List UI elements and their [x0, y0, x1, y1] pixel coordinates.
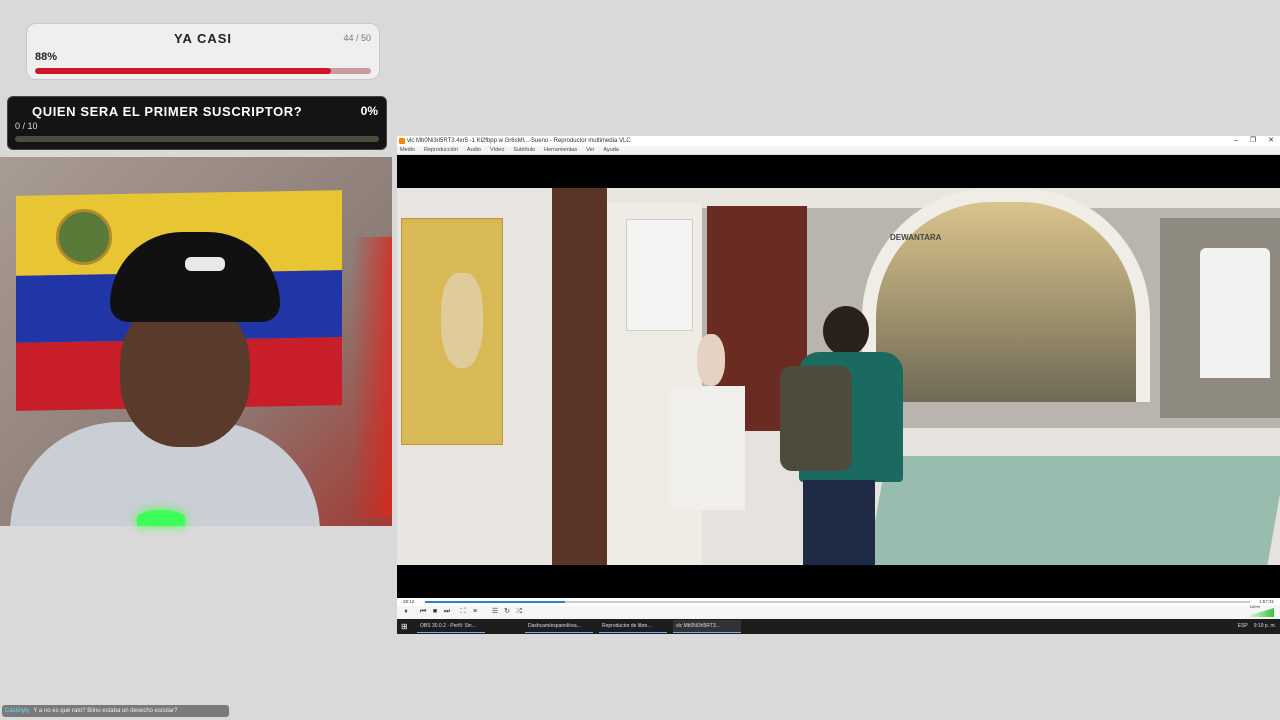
- goal-progress-fill: [35, 68, 331, 74]
- menu-item-ver[interactable]: Ver: [586, 146, 594, 154]
- menu-item-audio[interactable]: Audio: [467, 146, 481, 154]
- volume-label: 100%: [1249, 604, 1260, 609]
- scene-sign: DEWANTARA: [890, 233, 942, 242]
- goal-percent: 88%: [35, 51, 58, 63]
- hand-icon: [441, 273, 483, 368]
- time-total: 1:57:31: [1258, 599, 1274, 604]
- system-tray: ESP 9:19 p. m.: [1238, 619, 1276, 634]
- time-elapsed: 28:12: [403, 599, 415, 604]
- title-bar[interactable]: vlc Mb0Ni3rl5RT3.4xr5 -1 Kl2fbpp w Gr6sM…: [397, 136, 1280, 146]
- close-icon[interactable]: ✕: [1268, 136, 1274, 146]
- menu-bar: Medio Reproducción Audio Vídeo Subtítulo…: [397, 146, 1280, 155]
- rug: [867, 456, 1280, 565]
- menu-item-herramientas[interactable]: Herramientas: [544, 146, 577, 154]
- playlist-icon[interactable]: ☰: [491, 608, 499, 616]
- video-frame[interactable]: DEWANTARA: [397, 188, 1280, 565]
- flag-crest: [56, 209, 112, 265]
- pause-icon[interactable]: ⏸: [402, 608, 410, 616]
- extended-settings-icon[interactable]: ≡: [471, 608, 479, 616]
- goal-count: 0 / 10: [15, 121, 38, 131]
- loop-icon[interactable]: ↻: [503, 608, 511, 616]
- webcam-feed: [0, 157, 392, 526]
- menu-item-subtitulo[interactable]: Subtítulo: [513, 146, 535, 154]
- vlc-window[interactable]: vlc Mb0Ni3rl5RT3.4xr5 -1 Kl2fbpp w Gr6sM…: [397, 136, 1280, 634]
- chat-message: Castinyly Y a no es que rato? Bilnu estab…: [2, 705, 229, 717]
- goal-count: 44 / 50: [343, 33, 371, 43]
- window-title: vlc Mb0Ni3rl5RT3.4xr5 -1 Kl2fbpp w Gr6sM…: [407, 138, 631, 144]
- maximize-icon[interactable]: ❐: [1250, 136, 1256, 146]
- seek-fill: [425, 601, 566, 603]
- pedestal: [670, 386, 745, 510]
- previous-icon[interactable]: ⏮: [419, 608, 427, 616]
- taskbar-item-player[interactable]: Reproductor de libre...: [599, 620, 667, 633]
- goal-title: YA CASI: [173, 31, 233, 46]
- goal-progress-track: [35, 68, 371, 74]
- character-with-backpack: [780, 306, 903, 565]
- taskbar-item-obs[interactable]: OBS 30.0.2 - Perfil: Sin...: [417, 620, 485, 633]
- wall-box: [626, 219, 693, 331]
- mannequin-bust: [697, 334, 725, 386]
- next-icon[interactable]: ⏭: [443, 608, 451, 616]
- goal-title: QUIEN SERA EL PRIMER SUSCRIPTOR?: [32, 104, 303, 119]
- seek-bar[interactable]: 28:12 1:57:31: [397, 598, 1280, 606]
- menu-item-reproduccion[interactable]: Reproducción: [424, 146, 458, 154]
- tray-clock[interactable]: 9:19 p. m.: [1254, 619, 1276, 634]
- taskbar-item-browser[interactable]: Dashcam/espanol/rea...: [525, 620, 593, 633]
- minimize-icon[interactable]: –: [1234, 136, 1238, 146]
- chat-username: Castinyly: [5, 708, 30, 714]
- archway: [862, 188, 1150, 402]
- cap-logo: [185, 257, 225, 271]
- subscriber-goal-widget: QUIEN SERA EL PRIMER SUSCRIPTOR? 0% 0 / …: [7, 96, 387, 150]
- goal-progress-track: [15, 136, 379, 142]
- taskbar: ⊞ OBS 30.0.2 - Perfil: Sin... Dashcam/es…: [397, 619, 1280, 634]
- red-light-glow: [352, 237, 392, 517]
- menu-item-video[interactable]: Vídeo: [490, 146, 504, 154]
- chat-text: Y a no es que rato? Bilnu estaba un dese…: [33, 708, 178, 714]
- taskbar-item-vlc[interactable]: vlc Mb0Ni3rl5RT3...: [673, 620, 741, 633]
- follower-goal-widget: YA CASI 44 / 50 88%: [26, 23, 380, 80]
- fullscreen-icon[interactable]: ⛶: [459, 608, 467, 616]
- seek-track[interactable]: [425, 601, 1250, 603]
- tray-lang[interactable]: ESP: [1238, 619, 1248, 634]
- pillar: [552, 188, 607, 565]
- volume-slider[interactable]: [1244, 608, 1274, 617]
- window-controls: – ❐ ✕: [1234, 136, 1274, 146]
- stop-icon[interactable]: ■: [431, 608, 439, 616]
- lamp: [1200, 248, 1270, 378]
- menu-item-medio[interactable]: Medio: [400, 146, 415, 154]
- menu-item-ayuda[interactable]: Ayuda: [603, 146, 619, 154]
- green-led-light: [137, 510, 185, 526]
- playback-controls: ⏸ ⏮ ■ ⏭ ⛶ ≡ ☰ ↻ ⤮ 100%: [397, 604, 1280, 619]
- shuffle-icon[interactable]: ⤮: [515, 608, 523, 616]
- windows-start-icon[interactable]: ⊞: [401, 622, 410, 631]
- goal-percent: 0%: [360, 104, 378, 118]
- vlc-cone-icon: [399, 138, 405, 144]
